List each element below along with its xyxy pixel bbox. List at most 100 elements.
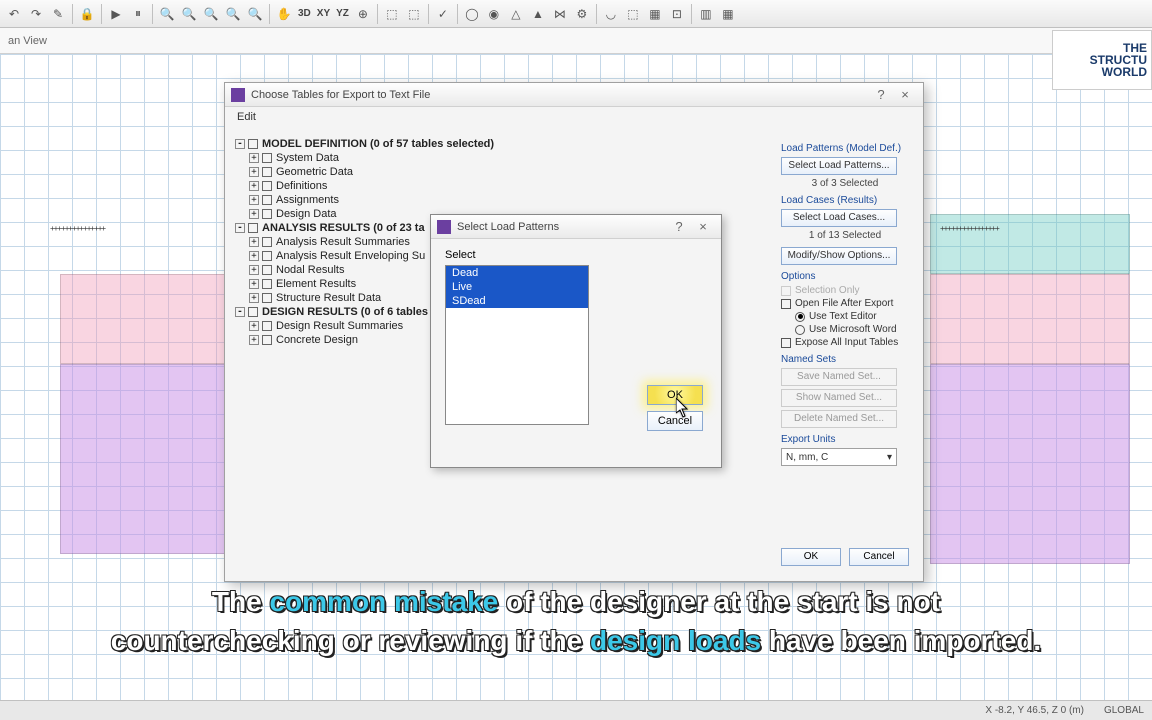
dialog-footer: OK Cancel xyxy=(781,548,909,569)
app-icon xyxy=(231,88,245,102)
loadcase-status: 1 of 13 Selected xyxy=(781,230,909,241)
tree-system-data[interactable]: System Data xyxy=(276,152,339,164)
tool2-icon[interactable]: ⬚ xyxy=(404,4,424,24)
expose-checkbox[interactable] xyxy=(781,338,791,348)
open-after-checkbox[interactable] xyxy=(781,299,791,309)
gear-icon[interactable]: ⚙ xyxy=(572,4,592,24)
opt-useword: Use Microsoft Word xyxy=(809,324,897,335)
tree-geometric-data[interactable]: Geometric Data xyxy=(276,166,353,178)
dot-icon[interactable]: ◉ xyxy=(484,4,504,24)
tree-ar-summaries[interactable]: Analysis Result Summaries xyxy=(276,236,410,248)
zoom-icon[interactable]: 🔍 xyxy=(157,4,177,24)
lock-icon[interactable]: 🔒 xyxy=(77,4,97,24)
close-button[interactable]: × xyxy=(893,87,917,102)
view-xy[interactable]: XY xyxy=(315,8,332,19)
select-label: Select xyxy=(445,249,707,261)
pause-icon[interactable]: ⏸ xyxy=(128,4,148,24)
mouse-cursor-icon xyxy=(676,398,690,418)
grp-loadpat: Load Patterns (Model Def.) xyxy=(781,143,909,154)
chevron-down-icon: ▾ xyxy=(887,452,892,463)
opt-openafter: Open File After Export xyxy=(795,298,893,309)
status-global: GLOBAL xyxy=(1104,705,1144,716)
check-icon[interactable]: ✓ xyxy=(433,4,453,24)
zoom-extents-icon[interactable]: 🔍 xyxy=(223,4,243,24)
box-icon[interactable]: ⬚ xyxy=(623,4,643,24)
cone-icon[interactable]: ▲ xyxy=(528,4,548,24)
opt-selonly: Selection Only xyxy=(795,285,859,296)
use-text-radio[interactable] xyxy=(795,312,805,322)
video-subtitle: The common mistake of the designer at th… xyxy=(0,582,1152,660)
tree-element[interactable]: Element Results xyxy=(276,278,356,290)
opt-expose: Expose All Input Tables xyxy=(795,337,898,348)
dialog2-titlebar[interactable]: Select Load Patterns ? × xyxy=(431,215,721,239)
tree-struct-result[interactable]: Structure Result Data xyxy=(276,292,381,304)
use-word-radio[interactable] xyxy=(795,325,805,335)
dialog-titlebar[interactable]: Choose Tables for Export to Text File ? … xyxy=(225,83,923,107)
dialog1-cancel-button[interactable]: Cancel xyxy=(849,548,909,566)
modify-options-button[interactable]: Modify/Show Options... xyxy=(781,247,897,265)
load-patterns-listbox[interactable]: Dead Live SDead xyxy=(445,265,589,425)
menu-edit[interactable]: Edit xyxy=(237,111,256,123)
zoom-window-icon[interactable]: 🔍 xyxy=(245,4,265,24)
cut-icon[interactable]: ◡ xyxy=(601,4,621,24)
select-load-patterns-dialog: Select Load Patterns ? × Select Dead Liv… xyxy=(430,214,722,468)
list-item-dead[interactable]: Dead xyxy=(446,266,588,280)
target-icon[interactable]: ⊕ xyxy=(353,4,373,24)
butterfly-icon[interactable]: ⋈ xyxy=(550,4,570,24)
tree-design-results[interactable]: DESIGN RESULTS (0 of 6 tables xyxy=(262,306,428,318)
dialog2-cancel-button[interactable]: Cancel xyxy=(647,411,703,431)
tree-analysis-results[interactable]: ANALYSIS RESULTS (0 of 23 ta xyxy=(262,222,425,234)
dialog-menubar: Edit xyxy=(225,107,923,127)
save-named-set-button[interactable]: Save Named Set... xyxy=(781,368,897,386)
cube-icon[interactable]: ▦ xyxy=(645,4,665,24)
delete-named-set-button[interactable]: Delete Named Set... xyxy=(781,410,897,428)
help-button[interactable]: ? xyxy=(869,87,893,102)
triangle-icon[interactable]: △ xyxy=(506,4,526,24)
grp-options: Options xyxy=(781,271,909,282)
app-icon xyxy=(437,220,451,234)
tree-ar-envelope[interactable]: Analysis Result Enveloping Su xyxy=(276,250,425,262)
dialog2-ok-button[interactable]: OK xyxy=(647,385,703,405)
tree-concrete[interactable]: Concrete Design xyxy=(276,334,358,346)
dashed-icon[interactable]: ⊡ xyxy=(667,4,687,24)
combo-value: N, mm, C xyxy=(786,452,828,463)
dialog2-close-button[interactable]: × xyxy=(691,219,715,234)
select-load-patterns-button[interactable]: Select Load Patterns... xyxy=(781,157,897,175)
zoom-in-icon[interactable]: 🔍 xyxy=(179,4,199,24)
selection-only-checkbox[interactable] xyxy=(781,286,791,296)
grp-named: Named Sets xyxy=(781,354,909,365)
tree-model-def[interactable]: MODEL DEFINITION (0 of 57 tables selecte… xyxy=(262,138,494,150)
brand-logo: THE STRUCTU WORLD xyxy=(1052,30,1152,90)
grp-units: Export Units xyxy=(781,434,909,445)
pan-icon[interactable]: ✋ xyxy=(274,4,294,24)
redo-icon[interactable]: ↷ xyxy=(26,4,46,24)
view-tab: an View xyxy=(0,28,1152,54)
tree-dr-summaries[interactable]: Design Result Summaries xyxy=(276,320,403,332)
tree-assignments[interactable]: Assignments xyxy=(276,194,339,206)
table-icon[interactable]: ▦ xyxy=(718,4,738,24)
view-3d[interactable]: 3D xyxy=(296,8,313,19)
tool-icon[interactable]: ⬚ xyxy=(382,4,402,24)
circle-icon[interactable]: ◯ xyxy=(462,4,482,24)
zoom-out-icon[interactable]: 🔍 xyxy=(201,4,221,24)
view-tab-label: an View xyxy=(8,35,47,47)
grp-loadcase: Load Cases (Results) xyxy=(781,195,909,206)
list-item-live[interactable]: Live xyxy=(446,280,588,294)
play-icon[interactable]: ▶ xyxy=(106,4,126,24)
list-item-sdead[interactable]: SDead xyxy=(446,294,588,308)
undo-icon[interactable]: ↶ xyxy=(4,4,24,24)
show-named-set-button[interactable]: Show Named Set... xyxy=(781,389,897,407)
status-bar: X -8.2, Y 46.5, Z 0 (m) GLOBAL xyxy=(0,700,1152,720)
tree-definitions[interactable]: Definitions xyxy=(276,180,327,192)
chart-icon[interactable]: ▥ xyxy=(696,4,716,24)
dialog-title: Choose Tables for Export to Text File xyxy=(251,89,430,101)
dialog2-title: Select Load Patterns xyxy=(457,221,559,233)
export-units-combo[interactable]: N, mm, C ▾ xyxy=(781,448,897,466)
tree-design-data[interactable]: Design Data xyxy=(276,208,337,220)
view-yz[interactable]: YZ xyxy=(334,8,351,19)
pencil-icon[interactable]: ✎ xyxy=(48,4,68,24)
tree-nodal[interactable]: Nodal Results xyxy=(276,264,344,276)
dialog2-help-button[interactable]: ? xyxy=(667,219,691,234)
dialog1-ok-button[interactable]: OK xyxy=(781,548,841,566)
select-load-cases-button[interactable]: Select Load Cases... xyxy=(781,209,897,227)
